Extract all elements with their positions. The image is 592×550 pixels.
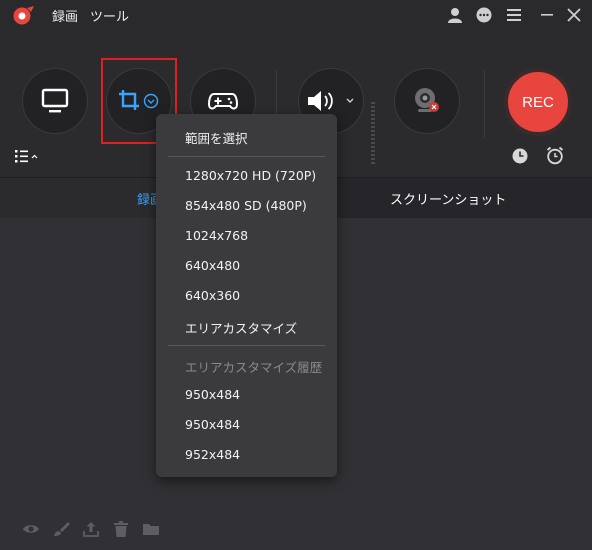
crop-icon [119,90,159,110]
webcam-icon [415,88,439,112]
menu-tools[interactable]: ツール [90,6,129,25]
dropdown-item-854x480[interactable]: 854x480 SD (480P) [185,198,307,213]
dropdown-item-640x360[interactable]: 640x360 [185,288,240,303]
toolbar-divider [484,70,485,138]
title-bar: 録画 ツール [0,0,592,30]
upload-icon[interactable] [82,520,100,538]
volume-meter [371,102,375,164]
dropdown-item-history-3[interactable]: 952x484 [185,447,240,462]
dropdown-history-header: エリアカスタマイズ履歴 [185,360,323,375]
chat-icon[interactable] [475,6,493,24]
user-icon[interactable] [446,6,464,24]
folder-icon[interactable] [142,520,160,538]
dropdown-item-custom-area[interactable]: エリアカスタマイズ [185,318,297,337]
trash-icon[interactable] [112,520,130,538]
tab-screenshot[interactable]: スクリーンショット [390,189,506,208]
dropdown-item-1280x720[interactable]: 1280x720 HD (720P) [185,168,316,183]
alarm-icon[interactable] [546,146,564,165]
dropdown-item-history-1[interactable]: 950x484 [185,387,240,402]
menu-icon[interactable] [505,6,523,24]
list-icon[interactable] [14,149,42,163]
minimize-icon[interactable] [538,6,556,24]
dropdown-item-1024x768[interactable]: 1024x768 [185,228,248,243]
dropdown-item-640x480[interactable]: 640x480 [185,258,240,273]
fullscreen-record-button[interactable] [22,68,88,134]
gamepad-icon [208,93,238,110]
clock-icon[interactable] [511,147,529,165]
close-icon[interactable] [565,6,583,24]
speaker-icon [308,91,354,111]
webcam-button[interactable] [394,68,460,134]
display-icon [41,88,69,113]
app-logo-icon [13,6,34,25]
dropdown-item-history-2[interactable]: 950x484 [185,417,240,432]
rec-button[interactable]: REC [504,68,572,136]
eye-icon[interactable] [22,520,40,538]
brush-icon[interactable] [52,520,70,538]
dropdown-separator [168,156,325,157]
region-size-dropdown: 範囲を選択 1280x720 HD (720P) 854x480 SD (480… [156,114,337,477]
dropdown-item-select-region[interactable]: 範囲を選択 [185,128,248,147]
dropdown-separator [168,345,325,346]
menu-record[interactable]: 録画 [52,6,78,25]
